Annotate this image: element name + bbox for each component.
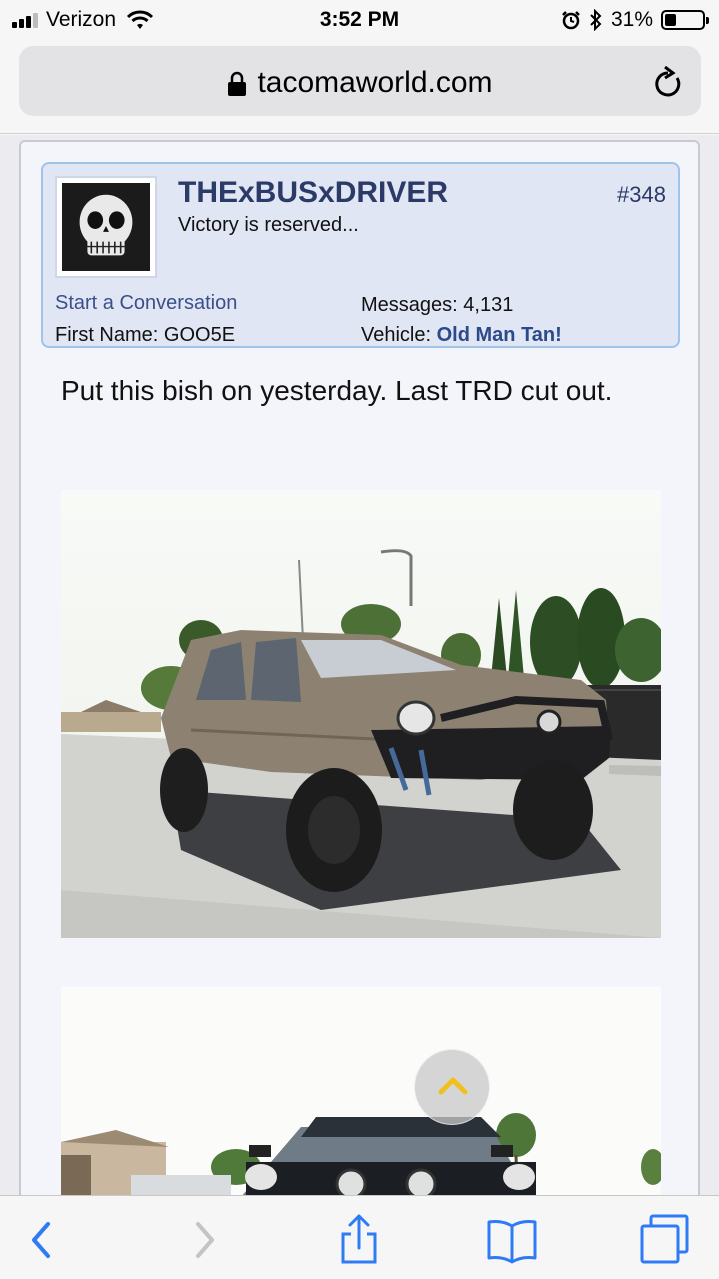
lock-icon [228, 71, 247, 97]
back-icon[interactable] [14, 1212, 70, 1268]
browser-toolbar [0, 1195, 719, 1279]
status-right: 31% [561, 8, 709, 32]
user-title: Victory is reserved... [178, 214, 359, 236]
status-bar: Verizon 3:52 PM 31% [0, 0, 719, 40]
bookmarks-icon[interactable] [484, 1212, 540, 1268]
post-body-text: Put this bish on yesterday. Last TRD cut… [61, 375, 613, 406]
messages-value: 4,131 [463, 294, 514, 316]
truck-photo[interactable] [61, 490, 661, 938]
battery-icon [661, 10, 709, 30]
start-conversation-link[interactable]: Start a Conversation [55, 292, 237, 315]
skull-avatar-icon [62, 183, 150, 271]
truck-photo-2[interactable] [61, 987, 661, 1195]
address-bar-area: tacomaworld.com [0, 40, 719, 134]
first-name-value: GOO5E [163, 324, 236, 346]
first-name-label: First Name: [55, 324, 159, 346]
share-icon[interactable] [331, 1212, 387, 1268]
url-text: tacomaworld.com [257, 66, 493, 99]
forum-post: THExBUSxDRIVER Victory is reserved... #3… [19, 140, 700, 1195]
first-name-row: First Name: GOO5E [55, 324, 235, 347]
url-display[interactable]: tacomaworld.com [19, 66, 701, 100]
post-number-link[interactable]: #348 [617, 182, 666, 208]
alarm-icon [562, 11, 580, 30]
chevron-up-icon [438, 1077, 468, 1095]
web-content: THExBUSxDRIVER Victory is reserved... #3… [0, 135, 719, 1195]
user-info-box: THExBUSxDRIVER Victory is reserved... #3… [41, 162, 680, 348]
bluetooth-icon [590, 9, 602, 31]
forward-icon[interactable] [176, 1212, 232, 1268]
username-link[interactable]: THExBUSxDRIVER [178, 176, 448, 210]
browser-page: Verizon 3:52 PM 31% tacomaworld.com THEx… [0, 0, 719, 1279]
messages-label: Messages: [361, 294, 458, 316]
tabs-icon[interactable] [637, 1212, 693, 1268]
address-bar[interactable]: tacomaworld.com [19, 46, 701, 116]
messages-row: Messages: 4,131 [361, 294, 513, 317]
vehicle-row: Vehicle: Old Man Tan! [361, 324, 562, 347]
vehicle-link[interactable]: Old Man Tan! [437, 324, 562, 346]
avatar[interactable] [55, 176, 157, 278]
vehicle-label: Vehicle: [361, 324, 432, 346]
scroll-to-top-button[interactable] [414, 1049, 490, 1125]
battery-fill [665, 14, 676, 26]
battery-percent: 31% [610, 8, 653, 31]
reload-icon[interactable] [653, 66, 683, 98]
